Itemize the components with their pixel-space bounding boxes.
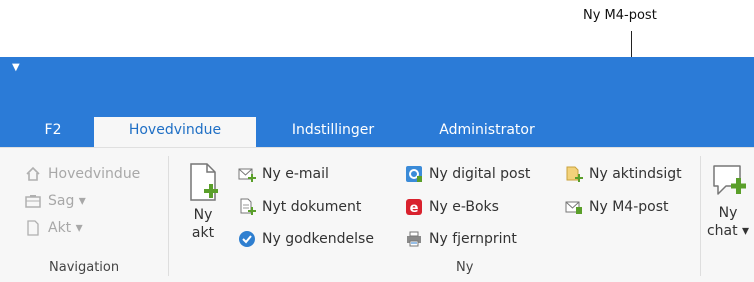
ny-chat-button[interactable]: Ny chat ▾ [702, 158, 754, 240]
ny-chat-label-line2: chat ▾ [706, 223, 750, 239]
nav-item-label: Akt ▾ [48, 220, 83, 236]
nav-item-label: Hovedvindue [48, 166, 141, 182]
email-plus-icon [238, 165, 256, 183]
ny-akt-label-line2: akt [191, 225, 215, 241]
ny-e-boks-label: Ny e-Boks [429, 199, 499, 215]
m4-mail-icon [565, 198, 583, 216]
document-icon [24, 219, 42, 237]
nav-item-label: Sag ▾ [48, 193, 86, 209]
digital-post-icon [405, 165, 423, 183]
callout-label: Ny M4-post [583, 8, 657, 23]
case-icon [24, 192, 42, 210]
ny-fjernprint-button[interactable]: Ny fjernprint [405, 229, 517, 249]
ny-e-boks-button[interactable]: e Ny e-Boks [405, 197, 499, 217]
nyt-dokument-button[interactable]: Nyt dokument [238, 197, 361, 217]
tab-hovedvindue[interactable]: Hovedvindue [94, 117, 256, 147]
ny-e-mail-label: Ny e-mail [262, 166, 329, 182]
ny-e-mail-button[interactable]: Ny e-mail [238, 164, 329, 184]
ny-fjernprint-label: Ny fjernprint [429, 231, 517, 247]
access-plus-icon [565, 165, 583, 183]
ny-m4-post-label: Ny M4-post [589, 199, 669, 215]
ny-akt-button[interactable]: Ny akt [180, 160, 226, 242]
group-label-ny: Ny [456, 260, 474, 275]
remote-print-icon [405, 230, 423, 248]
ny-m4-post-button[interactable]: Ny M4-post [565, 197, 668, 217]
tab-indstillinger[interactable]: Indstillinger [278, 117, 388, 147]
ny-digital-post-label: Ny digital post [429, 166, 531, 182]
eboks-icon: e [405, 198, 423, 216]
document-plus-icon [238, 198, 256, 216]
group-separator [168, 156, 169, 276]
ny-digital-post-button[interactable]: Ny digital post [405, 164, 530, 184]
nyt-dokument-label: Nyt dokument [262, 199, 362, 215]
tab-f2[interactable]: F2 [38, 117, 68, 147]
home-icon [24, 165, 42, 183]
ny-akt-label-line1: Ny [193, 207, 213, 223]
chat-plus-icon [702, 158, 754, 204]
svg-text:e: e [410, 201, 419, 216]
tab-administrator[interactable]: Administrator [422, 117, 552, 147]
nav-item-hovedvindue[interactable]: Hovedvindue [24, 164, 140, 184]
ny-godkendelse-button[interactable]: Ny godkendelse [238, 229, 374, 249]
group-label-navigation: Navigation [49, 260, 120, 275]
ny-chat-label-line1: Ny [718, 205, 738, 221]
nav-item-sag[interactable]: Sag ▾ [24, 191, 86, 211]
checkmark-circle-icon [238, 230, 256, 248]
ny-godkendelse-label: Ny godkendelse [262, 231, 374, 247]
ny-aktindsigt-button[interactable]: Ny aktindsigt [565, 164, 682, 184]
group-separator [700, 156, 701, 276]
quick-access-dropdown-icon[interactable]: ▼ [12, 63, 20, 73]
new-document-icon [180, 160, 226, 206]
ny-aktindsigt-label: Ny aktindsigt [589, 166, 682, 182]
nav-item-akt[interactable]: Akt ▾ [24, 218, 83, 238]
